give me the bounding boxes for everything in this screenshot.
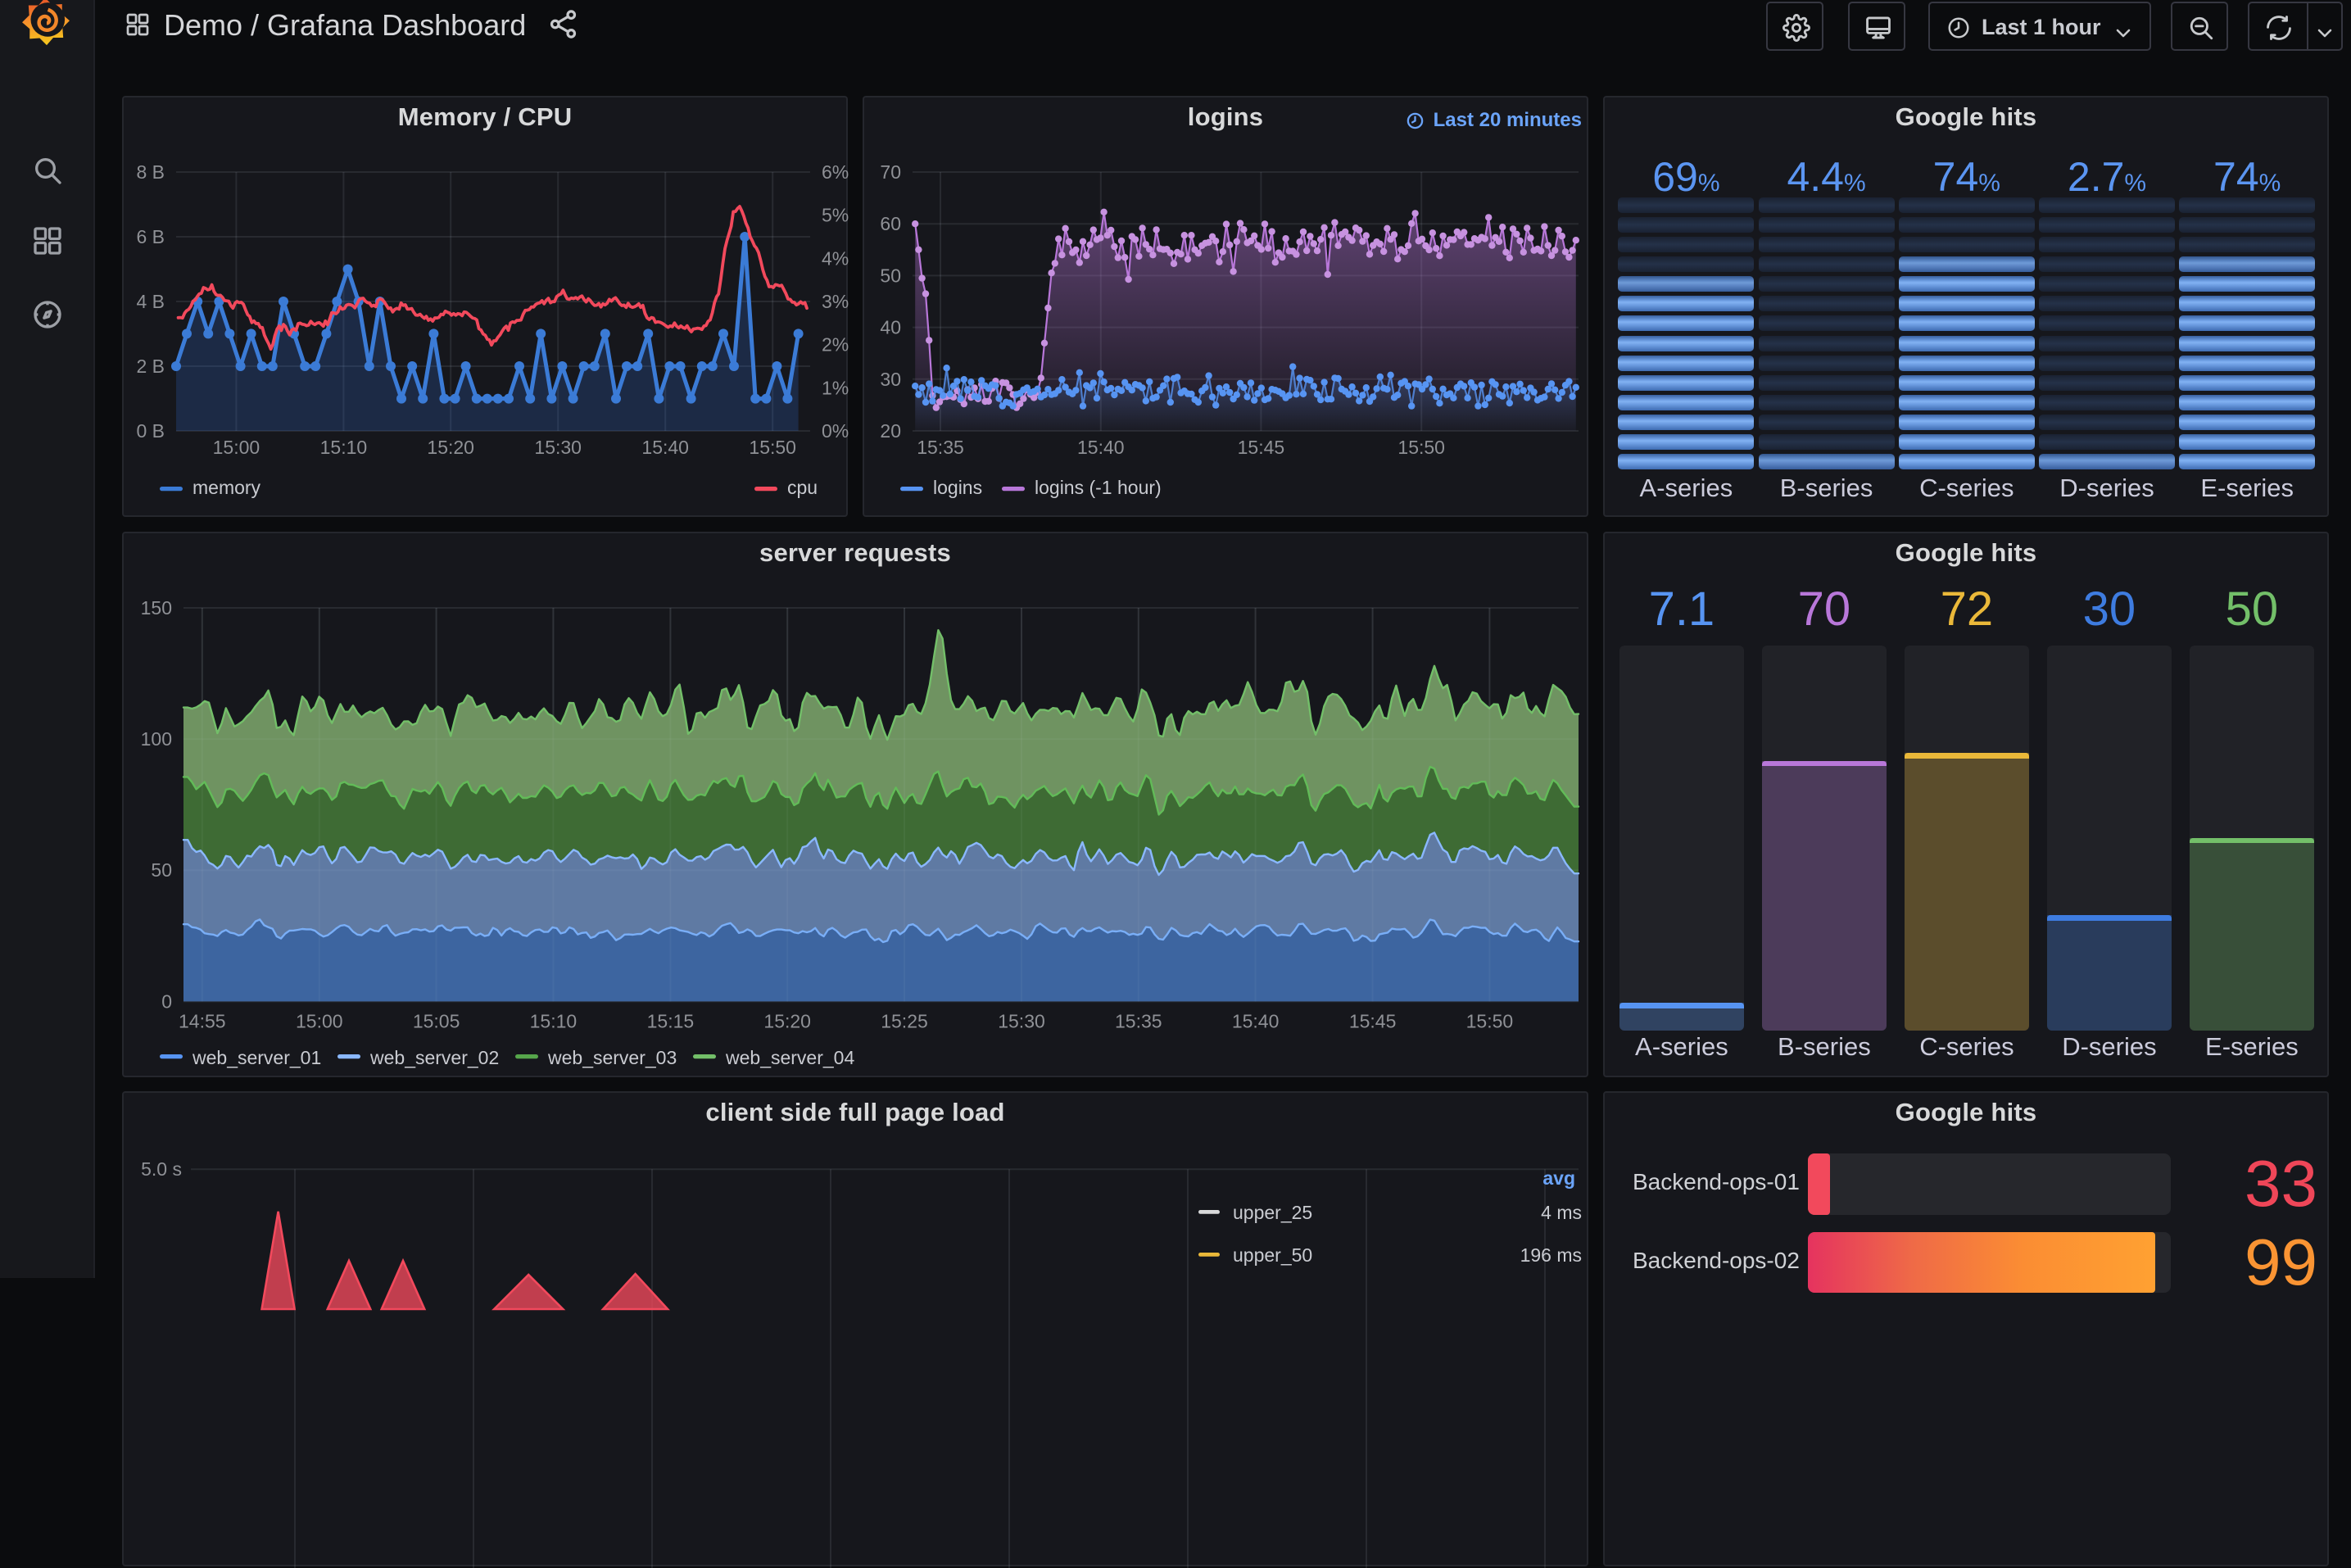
svg-text:70: 70 — [880, 161, 901, 183]
svg-text:logins: logins — [933, 477, 982, 498]
svg-text:15:35: 15:35 — [1115, 1010, 1162, 1031]
svg-text:15:10: 15:10 — [320, 437, 368, 458]
svg-text:50: 50 — [151, 859, 172, 881]
svg-text:15:25: 15:25 — [881, 1010, 928, 1031]
svg-text:15:40: 15:40 — [1077, 437, 1125, 458]
svg-text:web_server_01: web_server_01 — [192, 1047, 321, 1068]
svg-text:6%: 6% — [822, 161, 849, 183]
svg-text:150: 150 — [141, 597, 172, 619]
svg-text:15:50: 15:50 — [749, 437, 796, 458]
svg-text:6 B: 6 B — [136, 226, 165, 247]
svg-text:30: 30 — [880, 369, 901, 390]
svg-text:15:05: 15:05 — [413, 1010, 460, 1031]
svg-text:20: 20 — [880, 420, 901, 442]
svg-text:upper_25: upper_25 — [1233, 1202, 1312, 1223]
svg-text:15:40: 15:40 — [641, 437, 689, 458]
svg-text:196 ms: 196 ms — [1520, 1244, 1582, 1266]
svg-text:web_server_04: web_server_04 — [725, 1047, 854, 1068]
svg-text:0: 0 — [161, 990, 172, 1012]
svg-text:avg: avg — [1542, 1167, 1575, 1189]
svg-text:15:40: 15:40 — [1232, 1010, 1280, 1031]
svg-text:2%: 2% — [822, 334, 849, 356]
svg-text:15:35: 15:35 — [917, 437, 964, 458]
svg-text:web_server_02: web_server_02 — [369, 1047, 499, 1068]
svg-text:5.0 s: 5.0 s — [141, 1158, 182, 1180]
svg-text:15:00: 15:00 — [296, 1010, 343, 1031]
svg-text:3%: 3% — [822, 291, 849, 312]
svg-text:0 B: 0 B — [136, 420, 165, 442]
svg-text:logins (-1 hour): logins (-1 hour) — [1035, 477, 1162, 498]
svg-text:5%: 5% — [822, 205, 849, 226]
svg-text:upper_50: upper_50 — [1233, 1244, 1312, 1266]
svg-text:4%: 4% — [822, 247, 849, 269]
svg-text:14:55: 14:55 — [179, 1010, 226, 1031]
svg-text:40: 40 — [880, 317, 901, 338]
svg-text:15:00: 15:00 — [213, 437, 260, 458]
svg-text:15:10: 15:10 — [530, 1010, 578, 1031]
svg-text:15:45: 15:45 — [1349, 1010, 1397, 1031]
svg-text:1%: 1% — [822, 377, 849, 398]
svg-text:8 B: 8 B — [136, 161, 165, 183]
svg-text:0%: 0% — [822, 420, 849, 442]
svg-text:web_server_03: web_server_03 — [547, 1047, 677, 1068]
svg-text:15:20: 15:20 — [763, 1010, 811, 1031]
svg-text:cpu: cpu — [787, 477, 818, 498]
svg-text:50: 50 — [880, 265, 901, 286]
svg-text:15:20: 15:20 — [427, 437, 474, 458]
svg-text:15:30: 15:30 — [534, 437, 582, 458]
svg-text:4 B: 4 B — [136, 291, 165, 312]
svg-text:15:15: 15:15 — [647, 1010, 695, 1031]
svg-text:memory: memory — [193, 477, 261, 498]
svg-text:4 ms: 4 ms — [1541, 1202, 1582, 1223]
svg-text:100: 100 — [141, 728, 172, 750]
svg-text:15:50: 15:50 — [1397, 437, 1445, 458]
svg-text:2 B: 2 B — [136, 356, 165, 377]
svg-text:15:30: 15:30 — [998, 1010, 1045, 1031]
svg-text:15:50: 15:50 — [1466, 1010, 1514, 1031]
svg-text:60: 60 — [880, 213, 901, 234]
svg-text:15:45: 15:45 — [1238, 437, 1285, 458]
